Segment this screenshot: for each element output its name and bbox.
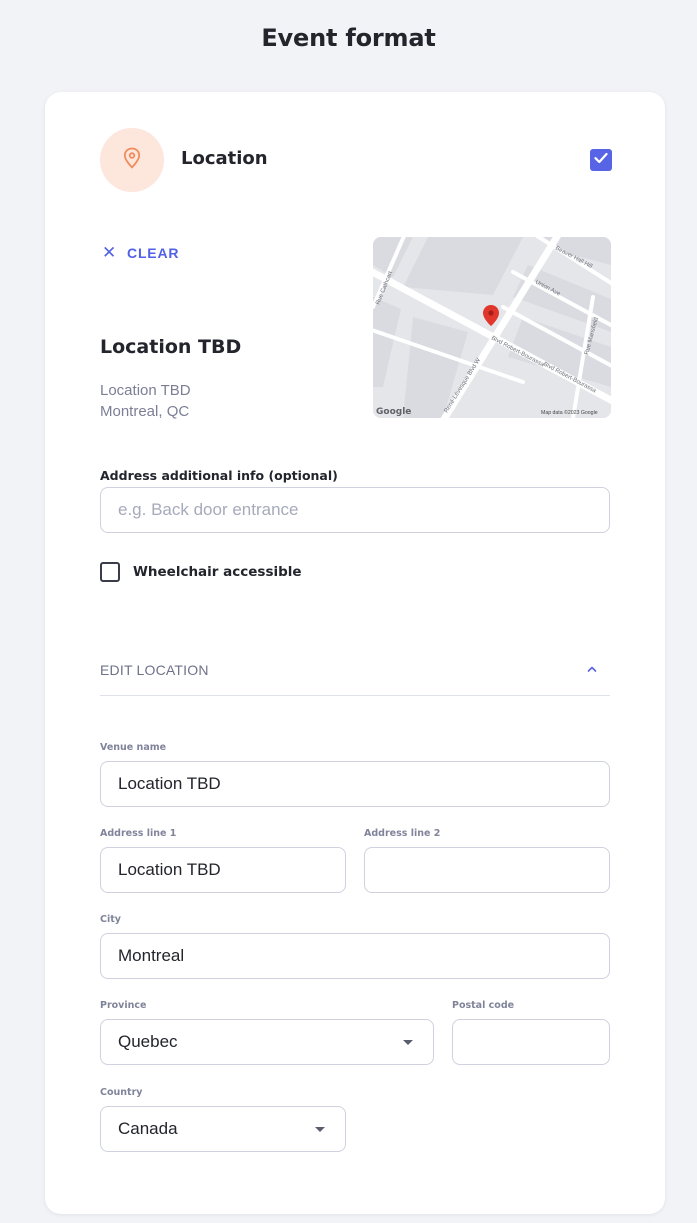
caret-down-icon: [315, 1127, 325, 1132]
city-label: City: [100, 914, 121, 925]
location-map[interactable]: Rue Cathcart Beaver Hall Hill Union Ave …: [373, 237, 611, 418]
venue-name-value: Location TBD: [118, 774, 221, 793]
city-value: Montreal: [118, 946, 185, 965]
additional-info-field[interactable]: [100, 487, 610, 533]
chevron-up-icon: [586, 661, 598, 679]
address-line-1-label: Address line 1: [100, 828, 177, 839]
venue-heading: Location TBD: [100, 336, 242, 358]
province-label: Province: [100, 1000, 147, 1011]
edit-location-label: EDIT LOCATION: [100, 662, 209, 678]
page-title: Event format: [261, 24, 436, 52]
address-line-2-field[interactable]: [364, 847, 610, 893]
venue-address-line-1: Location TBD: [100, 382, 191, 399]
check-icon: [594, 151, 608, 169]
wheelchair-option[interactable]: Wheelchair accessible: [100, 562, 302, 582]
additional-info-label: Address additional info (optional): [100, 468, 338, 483]
additional-info-input[interactable]: [118, 500, 592, 520]
address-line-1-value: Location TBD: [118, 860, 221, 879]
edit-location-toggle[interactable]: EDIT LOCATION: [100, 648, 610, 696]
postal-code-field[interactable]: [452, 1019, 610, 1065]
venue-address-line-2: Montreal, QC: [100, 403, 190, 420]
location-card: Location ✕ CLEAR Location TBD Location T…: [45, 92, 665, 1214]
wheelchair-label: Wheelchair accessible: [133, 564, 302, 580]
province-value: Quebec: [118, 1032, 178, 1051]
google-logo: Google: [376, 407, 411, 417]
venue-name-label: Venue name: [100, 742, 167, 753]
caret-down-icon: [403, 1040, 413, 1045]
country-label: Country: [100, 1087, 143, 1098]
province-select[interactable]: Quebec: [100, 1019, 434, 1065]
country-select[interactable]: Canada: [100, 1106, 346, 1152]
location-title: Location: [181, 148, 268, 169]
map-attribution: Map data ©2023 Google: [541, 409, 598, 416]
location-icon-badge: [100, 128, 164, 192]
wheelchair-checkbox[interactable]: [100, 562, 120, 582]
clear-button-label: CLEAR: [127, 244, 180, 261]
location-checkbox[interactable]: [590, 149, 612, 171]
country-value: Canada: [118, 1119, 178, 1138]
postal-code-label: Postal code: [452, 1000, 515, 1011]
address-line-2-label: Address line 2: [364, 828, 441, 839]
venue-name-field[interactable]: Location TBD: [100, 761, 610, 807]
clear-button[interactable]: ✕ CLEAR: [102, 244, 179, 261]
city-field[interactable]: Montreal: [100, 933, 610, 979]
address-line-1-field[interactable]: Location TBD: [100, 847, 346, 893]
close-icon: ✕: [102, 243, 118, 262]
map-pin-icon: [123, 147, 141, 174]
